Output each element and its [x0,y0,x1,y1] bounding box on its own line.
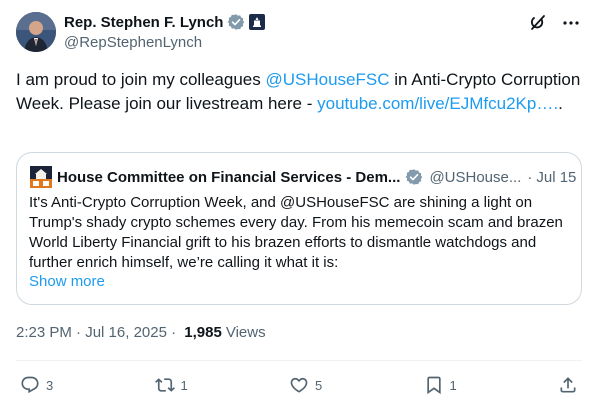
post-text: I am proud to join my colleagues @USHous… [16,68,582,116]
post-text-trailing: . [558,94,563,113]
quote-separator: · [527,168,533,186]
bookmark-button[interactable]: 1 [424,375,457,395]
quote-avatar[interactable] [29,165,53,189]
author-avatar[interactable] [16,12,56,52]
reply-icon [21,376,39,394]
share-button[interactable] [558,375,578,395]
action-bar: 3 1 5 1 [20,373,578,397]
quote-date[interactable]: Jul 15 [536,169,576,186]
like-button[interactable]: 5 [289,375,322,395]
views-label: Views [225,323,266,341]
meta-separator: · [71,323,86,341]
like-count: 5 [315,377,323,393]
quote-author-handle[interactable]: @USHouse... [429,169,521,186]
post-text-intro: I am proud to join my colleagues [16,70,266,89]
quote-text: It's Anti-Crypto Corruption Week, and @U… [29,194,563,271]
reply-count: 3 [46,377,54,393]
capitol-flag-icon[interactable] [249,14,266,30]
bookmark-count: 1 [449,377,457,393]
quote-author-name[interactable]: House Committee on Financial Services - … [57,169,400,186]
reply-button[interactable]: 3 [20,375,53,395]
share-icon [560,377,576,393]
repost-count: 1 [180,377,188,393]
post-time[interactable]: 2:23 PM [16,324,72,341]
quote-verified-badge-icon[interactable] [405,168,423,186]
verified-badge-icon[interactable] [227,13,245,31]
divider [16,360,582,361]
post-date[interactable]: Jul 16, 2025 [85,324,167,341]
show-more-link[interactable]: Show more [29,273,105,290]
bookmark-icon [426,376,441,395]
mention-link[interactable]: @USHouseFSC [265,70,389,89]
views-count: 1,985 [184,323,222,341]
repost-button[interactable]: 1 [154,375,188,395]
more-options-icon[interactable] [562,14,580,32]
heart-icon [290,377,308,393]
quoted-post[interactable]: House Committee on Financial Services - … [16,152,582,305]
livestream-link[interactable]: youtube.com/live/EJMfcu2Kp…. [317,94,558,113]
repost-icon [154,378,175,392]
post-metadata: 2:23 PM · Jul 16, 2025 · 1,985 Views [16,322,266,342]
author-name[interactable]: Rep. Stephen F. Lynch [64,14,223,31]
grok-icon[interactable] [528,13,548,33]
meta-separator: · [166,323,181,341]
author-handle[interactable]: @RepStephenLynch [64,34,265,51]
